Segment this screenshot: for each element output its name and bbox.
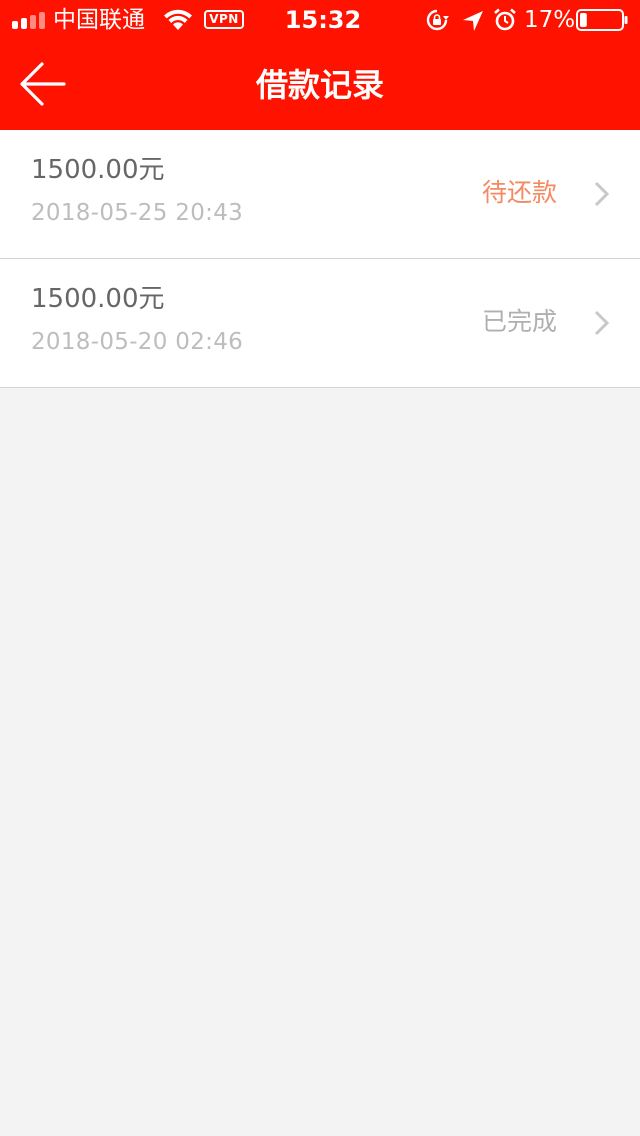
loan-record-list: 1500.00元 2018-05-25 20:43 待还款 1500.00元 2… [0, 130, 640, 388]
header: 中国联通 VPN 15:32 17% 借款记录 [0, 0, 640, 130]
vpn-badge: VPN [204, 10, 244, 29]
status-bar: 中国联通 VPN 15:32 17% [0, 0, 640, 40]
loan-status: 已完成 [481, 307, 557, 336]
orientation-lock-icon [426, 9, 449, 31]
back-button[interactable] [14, 56, 70, 112]
chevron-right-icon [594, 310, 610, 336]
signal-icon [12, 12, 45, 29]
loan-record-row[interactable]: 1500.00元 2018-05-20 02:46 已完成 [0, 259, 640, 388]
page-title: 借款记录 [255, 66, 384, 104]
battery-percent: 17% [524, 7, 576, 33]
carrier-name: 中国联通 [53, 7, 145, 33]
status-time: 15:32 [284, 6, 362, 34]
loan-datetime: 2018-05-25 20:43 [31, 200, 244, 226]
wifi-icon [164, 9, 192, 30]
arrow-left-icon [20, 62, 66, 106]
loan-amount: 1500.00元 [31, 155, 165, 185]
loan-datetime: 2018-05-20 02:46 [31, 329, 244, 355]
loan-status: 待还款 [481, 178, 557, 207]
location-icon [463, 11, 483, 31]
battery-icon [576, 9, 628, 31]
alarm-icon [494, 8, 516, 31]
loan-record-row[interactable]: 1500.00元 2018-05-25 20:43 待还款 [0, 130, 640, 259]
loan-amount: 1500.00元 [31, 284, 165, 314]
chevron-right-icon [594, 181, 610, 207]
